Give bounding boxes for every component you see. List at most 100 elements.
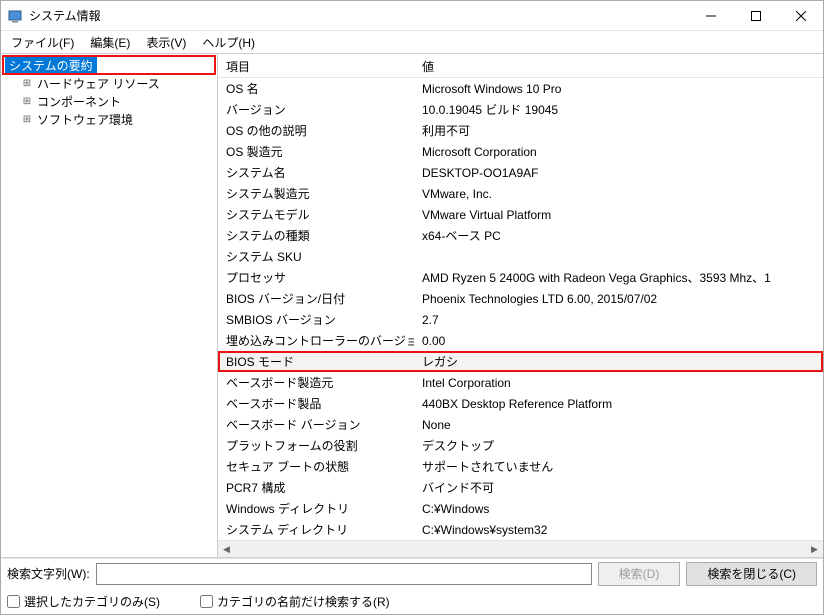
cell-value: Phoenix Technologies LTD 6.00, 2015/07/0… <box>414 290 823 308</box>
cell-key: 埋め込みコントローラーのバージョン <box>218 330 414 351</box>
category-tree[interactable]: システムの要約 ⊞ ハードウェア リソース ⊞ コンポーネント ⊞ ソフトウェア… <box>1 54 218 557</box>
tree-item-hardware[interactable]: ⊞ ハードウェア リソース <box>3 74 215 92</box>
cell-key: システム製造元 <box>218 183 414 204</box>
horizontal-scrollbar[interactable]: ◀ ▶ <box>218 540 823 557</box>
grid-body[interactable]: OS 名Microsoft Windows 10 Proバージョン10.0.19… <box>218 78 823 540</box>
checkbox-label: カテゴリの名前だけ検索する(R) <box>217 593 390 610</box>
cell-value: None <box>414 416 823 434</box>
table-row[interactable]: プラットフォームの役割デスクトップ <box>218 435 823 456</box>
table-row[interactable]: ベースボード製品440BX Desktop Reference Platform <box>218 393 823 414</box>
table-row[interactable]: バージョン10.0.19045 ビルド 19045 <box>218 99 823 120</box>
cell-key: システム SKU <box>218 246 414 267</box>
table-row[interactable]: Windows ディレクトリC:¥Windows <box>218 498 823 519</box>
column-header-key[interactable]: 項目 <box>218 54 414 77</box>
cell-key: BIOS バージョン/日付 <box>218 288 414 309</box>
cell-value: C:¥Windows <box>414 500 823 518</box>
cell-value: 440BX Desktop Reference Platform <box>414 395 823 413</box>
scroll-left-icon[interactable]: ◀ <box>218 541 235 558</box>
cell-value: x64-ベース PC <box>414 225 823 246</box>
search-label: 検索文字列(W): <box>7 565 90 582</box>
category-name-only-checkbox[interactable]: カテゴリの名前だけ検索する(R) <box>200 593 390 610</box>
cell-key: OS 名 <box>218 78 414 99</box>
search-bar: 検索文字列(W): 検索(D) 検索を閉じる(C) <box>1 558 823 588</box>
cell-value: Microsoft Corporation <box>414 143 823 161</box>
find-button[interactable]: 検索(D) <box>598 562 681 586</box>
cell-value: バインド不可 <box>414 477 823 498</box>
cell-key: BIOS モード <box>218 351 414 372</box>
tree-label: ソフトウェア環境 <box>33 111 137 128</box>
search-options: 選択したカテゴリのみ(S) カテゴリの名前だけ検索する(R) <box>1 588 823 614</box>
titlebar: システム情報 <box>1 1 823 31</box>
cell-key: システムモデル <box>218 204 414 225</box>
cell-value: DESKTOP-OO1A9AF <box>414 164 823 182</box>
menu-file[interactable]: ファイル(F) <box>5 32 80 53</box>
table-row[interactable]: システム名DESKTOP-OO1A9AF <box>218 162 823 183</box>
cell-value: VMware Virtual Platform <box>414 206 823 224</box>
cell-key: プロセッサ <box>218 267 414 288</box>
cell-key: システム名 <box>218 162 414 183</box>
minimize-button[interactable] <box>688 1 733 31</box>
selected-category-only-checkbox[interactable]: 選択したカテゴリのみ(S) <box>7 593 160 610</box>
cell-key: セキュア ブートの状態 <box>218 456 414 477</box>
table-row[interactable]: システムモデルVMware Virtual Platform <box>218 204 823 225</box>
checkbox-input[interactable] <box>200 595 213 608</box>
table-row[interactable]: プロセッサAMD Ryzen 5 2400G with Radeon Vega … <box>218 267 823 288</box>
menu-edit[interactable]: 編集(E) <box>84 32 136 53</box>
expand-icon[interactable]: ⊞ <box>21 114 33 125</box>
table-row[interactable]: ベースボード バージョンNone <box>218 414 823 435</box>
expand-icon[interactable]: ⊞ <box>21 96 33 107</box>
search-input[interactable] <box>96 563 592 585</box>
table-row[interactable]: システム製造元VMware, Inc. <box>218 183 823 204</box>
table-row[interactable]: システム SKU <box>218 246 823 267</box>
details-grid: 項目 値 OS 名Microsoft Windows 10 Proバージョン10… <box>218 54 823 540</box>
cell-value: C:¥Windows¥system32 <box>414 521 823 539</box>
expand-icon[interactable]: ⊞ <box>21 78 33 89</box>
cell-key: システム ディレクトリ <box>218 519 414 540</box>
cell-value: Microsoft Windows 10 Pro <box>414 80 823 98</box>
checkbox-input[interactable] <box>7 595 20 608</box>
table-row[interactable]: システム ディレクトリC:¥Windows¥system32 <box>218 519 823 540</box>
cell-value: 利用不可 <box>414 120 823 141</box>
scroll-right-icon[interactable]: ▶ <box>806 541 823 558</box>
cell-value: サポートされていません <box>414 456 823 477</box>
cell-value: 0.00 <box>414 332 823 350</box>
table-row[interactable]: BIOS バージョン/日付Phoenix Technologies LTD 6.… <box>218 288 823 309</box>
table-row[interactable]: BIOS モードレガシ <box>218 351 823 372</box>
tree-item-software[interactable]: ⊞ ソフトウェア環境 <box>3 110 215 128</box>
menubar: ファイル(F) 編集(E) 表示(V) ヘルプ(H) <box>1 31 823 53</box>
cell-key: システムの種類 <box>218 225 414 246</box>
table-row[interactable]: システムの種類x64-ベース PC <box>218 225 823 246</box>
window-title: システム情報 <box>29 7 688 24</box>
main-panel: システムの要約 ⊞ ハードウェア リソース ⊞ コンポーネント ⊞ ソフトウェア… <box>1 53 823 558</box>
table-row[interactable]: OS の他の説明利用不可 <box>218 120 823 141</box>
app-icon <box>7 8 23 24</box>
close-search-button[interactable]: 検索を閉じる(C) <box>686 562 817 586</box>
table-row[interactable]: 埋め込みコントローラーのバージョン0.00 <box>218 330 823 351</box>
table-row[interactable]: ベースボード製造元Intel Corporation <box>218 372 823 393</box>
close-button[interactable] <box>778 1 823 31</box>
cell-value <box>414 255 823 259</box>
maximize-button[interactable] <box>733 1 778 31</box>
column-header-value[interactable]: 値 <box>414 54 806 77</box>
table-row[interactable]: OS 製造元Microsoft Corporation <box>218 141 823 162</box>
cell-key: OS の他の説明 <box>218 120 414 141</box>
cell-value: VMware, Inc. <box>414 185 823 203</box>
table-row[interactable]: SMBIOS バージョン2.7 <box>218 309 823 330</box>
table-row[interactable]: OS 名Microsoft Windows 10 Pro <box>218 78 823 99</box>
menu-help[interactable]: ヘルプ(H) <box>196 32 261 53</box>
cell-key: Windows ディレクトリ <box>218 498 414 519</box>
tree-item-components[interactable]: ⊞ コンポーネント <box>3 92 215 110</box>
table-row[interactable]: PCR7 構成バインド不可 <box>218 477 823 498</box>
tree-item-system-summary[interactable]: システムの要約 <box>3 56 215 74</box>
menu-view[interactable]: 表示(V) <box>140 32 192 53</box>
cell-value: レガシ <box>414 351 823 372</box>
cell-key: バージョン <box>218 99 414 120</box>
cell-key: ベースボード製造元 <box>218 372 414 393</box>
table-row[interactable]: セキュア ブートの状態サポートされていません <box>218 456 823 477</box>
cell-value: 2.7 <box>414 311 823 329</box>
cell-value: 10.0.19045 ビルド 19045 <box>414 99 823 120</box>
cell-key: SMBIOS バージョン <box>218 309 414 330</box>
window-controls <box>688 1 823 31</box>
tree-label: ハードウェア リソース <box>33 75 164 92</box>
cell-value: AMD Ryzen 5 2400G with Radeon Vega Graph… <box>414 267 823 288</box>
